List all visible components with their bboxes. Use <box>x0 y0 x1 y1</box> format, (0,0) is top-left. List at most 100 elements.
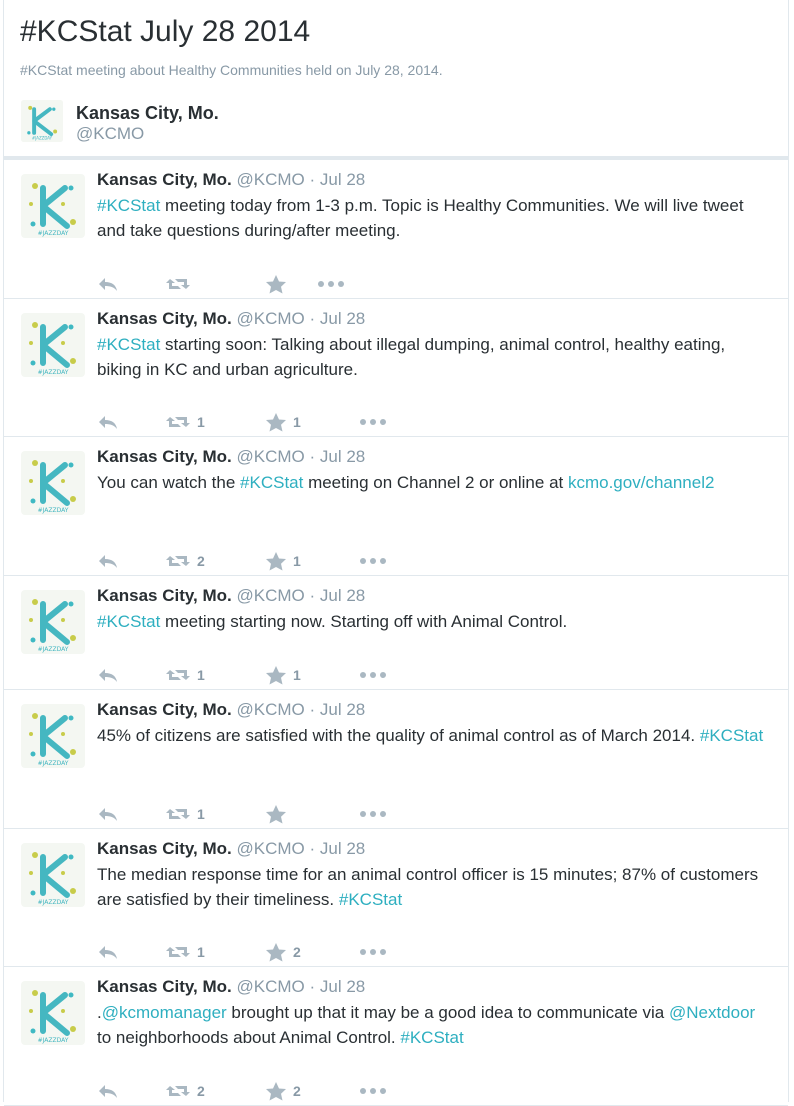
reply-button[interactable] <box>97 271 119 297</box>
curator-avatar[interactable]: #JAZZDAY <box>21 100 63 142</box>
tweet-link[interactable]: #KCStat <box>339 890 402 909</box>
time-separator: · <box>304 700 320 719</box>
tweet-avatar[interactable]: #JAZZDAY <box>21 313 85 377</box>
tweet-link[interactable]: kcmo.gov/channel2 <box>568 473 714 492</box>
author-handle[interactable]: @KCMO <box>237 447 305 466</box>
author-name[interactable]: Kansas City, Mo. <box>97 700 232 719</box>
more-button[interactable] <box>359 548 387 574</box>
retweet-button[interactable]: 2 <box>165 1078 205 1104</box>
reply-button[interactable] <box>97 1078 119 1104</box>
tweet-text: #KCStat starting soon: Talking about ill… <box>97 332 772 382</box>
tweet-avatar[interactable]: #JAZZDAY <box>21 981 85 1045</box>
reply-icon <box>97 944 119 960</box>
tweet-timestamp[interactable]: Jul 28 <box>320 447 365 466</box>
tweet-avatar[interactable]: #JAZZDAY <box>21 174 85 238</box>
retweet-button[interactable]: 1 <box>165 409 205 435</box>
author-handle[interactable]: @KCMO <box>237 309 305 328</box>
tweet[interactable]: #JAZZDAY Kansas City, Mo. @KCMO · Jul 28 #… <box>4 160 788 299</box>
tweet-link[interactable]: #KCStat <box>97 196 160 215</box>
favorite-button[interactable]: 1 <box>265 662 301 688</box>
more-button[interactable] <box>359 1078 387 1104</box>
svg-text:#JAZZDAY: #JAZZDAY <box>38 1037 69 1044</box>
curator-name[interactable]: Kansas City, Mo. <box>76 103 219 124</box>
tweet-header: Kansas City, Mo. @KCMO · Jul 28 <box>97 169 772 191</box>
tweet-actions <box>97 271 497 297</box>
more-button[interactable] <box>359 939 387 965</box>
tweet-body: Kansas City, Mo. @KCMO · Jul 28 #KCStat s… <box>97 299 788 382</box>
tweet-link[interactable]: #KCStat <box>240 473 303 492</box>
tweet-timestamp[interactable]: Jul 28 <box>320 977 365 996</box>
tweet-timestamp[interactable]: Jul 28 <box>320 700 365 719</box>
favorite-button[interactable]: 1 <box>265 409 301 435</box>
author-name[interactable]: Kansas City, Mo. <box>97 447 232 466</box>
tweet-text: You can watch the #KCStat meeting on Cha… <box>97 470 772 495</box>
tweet[interactable]: #JAZZDAY Kansas City, Mo. @KCMO · Jul 28.… <box>4 967 788 1106</box>
tweet-link[interactable]: @Nextdoor <box>669 1003 755 1022</box>
svg-text:#JAZZDAY: #JAZZDAY <box>38 230 69 237</box>
reply-icon <box>97 1083 119 1099</box>
favorite-button[interactable]: 1 <box>265 548 301 574</box>
author-name[interactable]: Kansas City, Mo. <box>97 977 232 996</box>
reply-button[interactable] <box>97 409 119 435</box>
reply-button[interactable] <box>97 662 119 688</box>
tweet-link[interactable]: #KCStat <box>97 612 160 631</box>
tweet-timestamp[interactable]: Jul 28 <box>320 839 365 858</box>
tweet-timestamp[interactable]: Jul 28 <box>320 586 365 605</box>
curator-handle[interactable]: @KCMO <box>76 124 144 144</box>
author-handle[interactable]: @KCMO <box>237 700 305 719</box>
author-name[interactable]: Kansas City, Mo. <box>97 839 232 858</box>
time-separator: · <box>304 309 320 328</box>
reply-button[interactable] <box>97 801 119 827</box>
favorite-button[interactable]: 2 <box>265 1078 301 1104</box>
tweet-avatar[interactable]: #JAZZDAY <box>21 843 85 907</box>
reply-button[interactable] <box>97 939 119 965</box>
author-name[interactable]: Kansas City, Mo. <box>97 586 232 605</box>
favorite-button[interactable] <box>265 801 293 827</box>
tweet[interactable]: #JAZZDAY Kansas City, Mo. @KCMO · Jul 28 #… <box>4 576 788 690</box>
retweet-button[interactable]: 1 <box>165 939 205 965</box>
retweet-count: 1 <box>197 414 205 430</box>
tweet-link[interactable]: @kcmomanager <box>102 1003 227 1022</box>
tweet[interactable]: #JAZZDAY Kansas City, Mo. @KCMO · Jul 28 Y… <box>4 437 788 576</box>
author-handle[interactable]: @KCMO <box>237 839 305 858</box>
reply-button[interactable] <box>97 548 119 574</box>
reply-icon <box>97 667 119 683</box>
more-button[interactable] <box>359 409 387 435</box>
author-handle[interactable]: @KCMO <box>237 586 305 605</box>
retweet-button[interactable]: 1 <box>165 801 205 827</box>
tweet-avatar[interactable]: #JAZZDAY <box>21 704 85 768</box>
more-button[interactable] <box>359 662 387 688</box>
tweet-avatar[interactable]: #JAZZDAY <box>21 590 85 654</box>
tweet-link[interactable]: #KCStat <box>97 335 160 354</box>
author-name[interactable]: Kansas City, Mo. <box>97 170 232 189</box>
tweet[interactable]: #JAZZDAY Kansas City, Mo. @KCMO · Jul 28 #… <box>4 299 788 437</box>
tweet-text: #KCStat meeting today from 1-3 p.m. Topi… <box>97 193 772 243</box>
tweet-actions: 11 <box>97 409 497 435</box>
tweet-timestamp[interactable]: Jul 28 <box>320 309 365 328</box>
author-handle[interactable]: @KCMO <box>237 977 305 996</box>
author-name[interactable]: Kansas City, Mo. <box>97 309 232 328</box>
tweet-timestamp[interactable]: Jul 28 <box>320 170 365 189</box>
favorite-button[interactable]: 2 <box>265 939 301 965</box>
tweet-text-segment: meeting today from 1-3 p.m. Topic is Hea… <box>97 196 744 240</box>
retweet-button[interactable]: 2 <box>165 548 205 574</box>
tweet-link[interactable]: #KCStat <box>400 1028 463 1047</box>
author-handle[interactable]: @KCMO <box>237 170 305 189</box>
tweet-text-segment: You can watch the <box>97 473 241 492</box>
retweet-icon <box>165 276 191 292</box>
star-icon <box>265 804 287 824</box>
tweet-text-segment: The median response time for an animal c… <box>97 865 759 909</box>
tweet-text-segment: 45% of citizens are satisfied with the q… <box>97 726 700 745</box>
tweet[interactable]: #JAZZDAY Kansas City, Mo. @KCMO · Jul 28 T… <box>4 829 788 967</box>
tweet-avatar[interactable]: #JAZZDAY <box>21 451 85 515</box>
more-button[interactable] <box>317 271 345 297</box>
tweet[interactable]: #JAZZDAY Kansas City, Mo. @KCMO · Jul 28 4… <box>4 690 788 829</box>
reply-icon <box>97 276 119 292</box>
favorite-button[interactable] <box>265 271 293 297</box>
tweet-link[interactable]: #KCStat <box>700 726 763 745</box>
tweet-header: Kansas City, Mo. @KCMO · Jul 28 <box>97 838 772 860</box>
more-button[interactable] <box>359 801 387 827</box>
more-icon <box>359 418 387 426</box>
retweet-button[interactable]: 1 <box>165 662 205 688</box>
retweet-button[interactable] <box>165 271 197 297</box>
